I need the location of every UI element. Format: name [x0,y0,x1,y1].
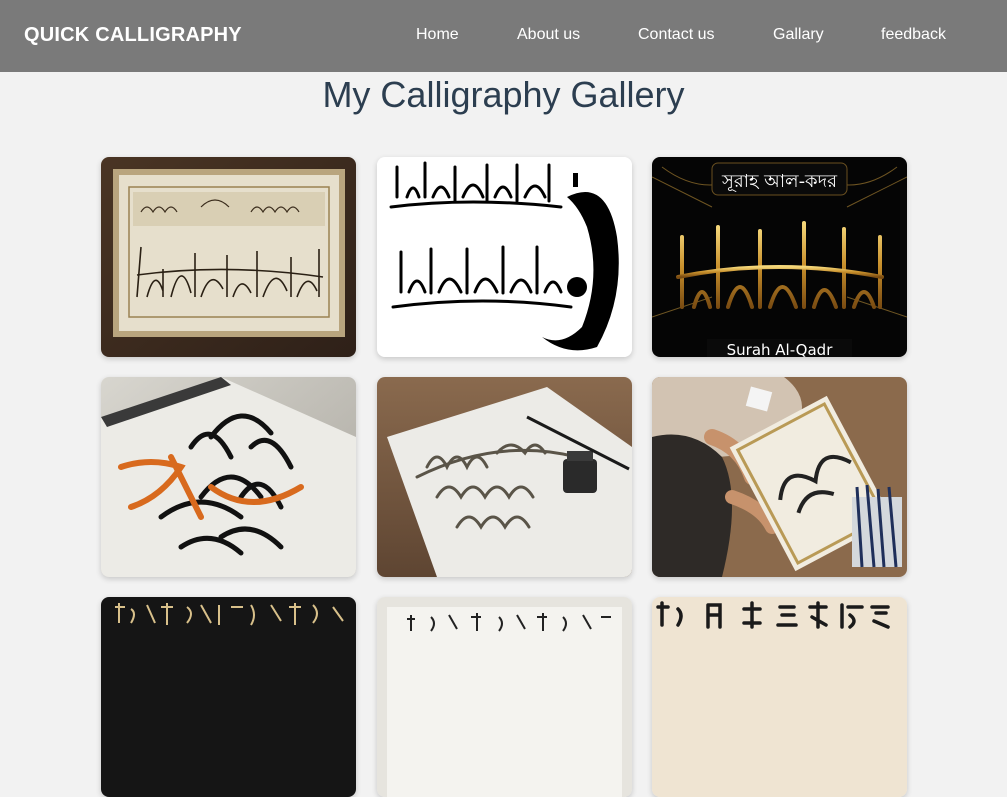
sky-lettering-image [377,377,632,577]
nav-link-feedback[interactable]: feedback [881,26,946,44]
gallery-image-chinese-large[interactable] [652,597,907,797]
nav-link-about[interactable]: About us [517,26,580,44]
gallery-image-sky-lettering[interactable] [377,377,632,577]
page-title: My Calligraphy Gallery [322,74,685,115]
arabic-calligraphy-black-white-image [377,157,632,357]
surah-bengali-title: সূরাহ আল-কদর [721,171,838,192]
calligrapher-image [652,377,907,577]
nav-link-home[interactable]: Home [416,26,459,44]
gallery-image-calligrapher[interactable] [652,377,907,577]
navbar: QUICK CALLIGRAPHY Home About us Contact … [0,0,1007,72]
nav-link-contact[interactable]: Contact us [638,26,714,44]
gallery-image-chinese-ink[interactable] [377,597,632,797]
chinese-ink-image [377,597,632,797]
brand-logo[interactable]: QUICK CALLIGRAPHY [24,24,242,47]
nav-link-gallery[interactable]: Gallary [773,26,824,44]
gallery-image-chinese-gold[interactable] [101,597,356,797]
chinese-large-image [652,597,907,797]
gallery-image-framed-arabic[interactable] [101,157,356,357]
gallery-image-arabic-black-white[interactable] [377,157,632,357]
gallery-image-gothic-calligraphy[interactable] [101,377,356,577]
surah-english-title: Surah Al-Qadr [726,341,833,357]
chinese-gold-image [101,597,356,797]
gothic-calligraphy-image [101,377,356,577]
gallery-image-surah-al-qadr[interactable]: সূরাহ আল-কদর Surah Al-Qadr [652,157,907,357]
framed-arabic-calligraphy-image [101,157,356,357]
